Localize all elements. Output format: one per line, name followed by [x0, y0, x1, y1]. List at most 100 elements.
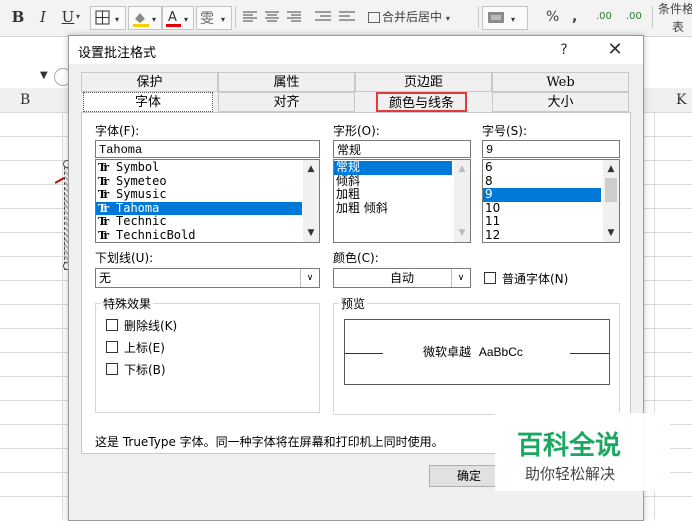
close-button[interactable]: ✕	[601, 37, 629, 63]
phonetic-button[interactable]: 雯 ▾	[196, 6, 232, 30]
scroll-up-icon[interactable]: ▲	[603, 162, 619, 176]
underline-dropdown-icon[interactable]: ▾	[76, 8, 80, 26]
merge-center-button[interactable]: 合并后居中 ▾	[368, 8, 450, 26]
decrease-decimal-button[interactable]: .00	[626, 8, 642, 26]
italic-button[interactable]: I	[34, 6, 52, 28]
tab-size[interactable]: 大小	[492, 92, 629, 112]
font-style-input[interactable]: 常规	[333, 140, 471, 158]
style-list-item[interactable]: 加粗 倾斜	[334, 201, 452, 216]
superscript-checkbox[interactable]	[106, 341, 118, 353]
font-list-item[interactable]: Tr Technic	[96, 214, 302, 229]
style-list-items: 常规 倾斜 加粗 加粗 倾斜	[334, 160, 452, 216]
truetype-icon: Tr	[98, 161, 109, 174]
percent-button[interactable]: %	[546, 8, 559, 26]
column-header-b[interactable]: B	[20, 88, 30, 112]
tab-colors-lines[interactable]: 颜色与线条	[376, 92, 467, 112]
underline-select[interactable]: 无 ∨	[95, 268, 320, 288]
truetype-icon: Tr	[98, 215, 109, 228]
size-list-item[interactable]: 6	[483, 160, 601, 175]
style-list-scrollbar[interactable]: ▲ ▼	[454, 160, 470, 242]
merge-center-icon	[368, 12, 380, 23]
scroll-thumb[interactable]	[605, 178, 617, 202]
subscript-checkbox[interactable]	[106, 363, 118, 375]
font-color-button[interactable]: A ▾	[162, 6, 194, 30]
color-label: 颜色(C):	[333, 251, 379, 265]
column-header-k[interactable]: K	[676, 88, 686, 112]
scroll-up-icon[interactable]: ▲	[454, 162, 470, 176]
truetype-icon: Tr	[98, 228, 109, 242]
font-list-item-label: Technic	[116, 214, 167, 228]
font-list-item[interactable]: Tr TechnicBold	[96, 227, 302, 243]
tab-alignment[interactable]: 对齐	[218, 92, 355, 112]
underline-select-value: 无	[99, 271, 112, 285]
phonetic-icon: 雯 ▾	[200, 11, 225, 27]
svg-text:▾: ▾	[184, 15, 188, 24]
strikethrough-checkbox[interactable]	[106, 319, 118, 331]
underline-label: 下划线(U):	[95, 251, 154, 265]
conditional-format-button[interactable]: 条件格式	[658, 0, 692, 17]
font-list-item[interactable]: Tr Symbol	[96, 160, 302, 175]
font-list-item[interactable]: Tr Symeteo	[96, 173, 302, 189]
style-list-item-label: 常规	[336, 160, 361, 174]
scroll-up-icon[interactable]: ▲	[303, 162, 319, 176]
tab-font[interactable]: 字体	[83, 92, 213, 112]
style-label: 字形(O):	[333, 124, 380, 138]
font-list-item[interactable]: Tr Symusic	[96, 187, 302, 202]
comma-button[interactable]: ,	[572, 8, 577, 26]
svg-text:▾: ▾	[221, 15, 225, 24]
color-select[interactable]: 自动 ∨	[333, 268, 471, 288]
size-list-item-label: 6	[485, 160, 493, 174]
size-list-item[interactable]: 11	[483, 214, 601, 229]
font-list-scrollbar[interactable]: ▲ ▼	[303, 160, 319, 242]
size-label: 字号(S):	[482, 124, 528, 138]
scroll-down-icon[interactable]: ▼	[454, 226, 470, 240]
size-list-item[interactable]: 9	[483, 187, 601, 202]
format-table-button[interactable]: 表	[672, 18, 684, 35]
borders-button[interactable]: ▾	[90, 6, 126, 30]
style-list-item-label: 倾斜	[336, 173, 361, 188]
subscript-label: 下标(B)	[124, 363, 166, 377]
increase-decimal-button[interactable]: .00	[596, 8, 612, 26]
number-format-button[interactable]: ▾	[482, 6, 528, 30]
font-list-item-label: Symeteo	[116, 173, 167, 188]
scroll-down-icon[interactable]: ▼	[603, 226, 619, 240]
font-size-listbox[interactable]: 6 8 9 10 11 12 ▲ ▼	[482, 159, 620, 243]
font-listbox[interactable]: Tr Symbol Tr Symeteo Tr Symusic Tr Tahoma Tr Tech…	[95, 159, 320, 243]
bold-button[interactable]: B	[8, 6, 28, 28]
underline-button[interactable]: U	[58, 6, 78, 28]
font-size-input[interactable]: 9	[482, 140, 620, 158]
indent-buttons[interactable]	[312, 6, 362, 28]
font-list-item-label: Symusic	[116, 187, 167, 201]
merge-center-label: 合并后居中	[382, 10, 443, 24]
font-list-item[interactable]: Tr Tahoma	[96, 201, 302, 215]
size-list-item-label: 9	[485, 187, 493, 201]
size-list-item[interactable]: 10	[483, 201, 601, 216]
increase-decimal-label: .00	[596, 11, 612, 22]
svg-text:雯: 雯	[200, 11, 214, 27]
strikethrough-label: 删除线(K)	[124, 319, 178, 333]
fill-color-button[interactable]: ▾	[128, 6, 162, 30]
normal-font-checkbox[interactable]	[484, 272, 496, 284]
size-list-item[interactable]: 12	[483, 228, 601, 243]
tab-margins[interactable]: 页边距	[355, 72, 492, 92]
size-list-item[interactable]: 8	[483, 174, 601, 189]
font-style-listbox[interactable]: 常规 倾斜 加粗 加粗 倾斜 ▲ ▼	[333, 159, 471, 243]
tab-protection[interactable]: 保护	[81, 72, 218, 92]
preview-box: 微软卓越 AaBbCc	[344, 319, 610, 385]
tab-properties[interactable]: 属性	[218, 72, 355, 92]
style-list-item[interactable]: 加粗	[334, 187, 452, 202]
ribbon-divider	[235, 6, 236, 28]
size-list-scrollbar[interactable]: ▲ ▼	[603, 160, 619, 242]
style-list-item[interactable]: 倾斜	[334, 173, 452, 189]
watermark-subtitle: 助你轻松解决	[525, 465, 616, 483]
name-box-dropdown-icon[interactable]: ▼	[40, 70, 48, 81]
indent-icons	[315, 11, 355, 21]
help-button[interactable]: ?	[553, 39, 575, 61]
scroll-down-icon[interactable]: ▼	[303, 226, 319, 240]
style-list-item[interactable]: 常规	[334, 160, 452, 175]
font-list-item-label: TechnicBold	[116, 227, 196, 242]
tab-web[interactable]: Web	[492, 72, 629, 92]
font-name-input[interactable]: Tahoma	[95, 140, 320, 158]
align-buttons[interactable]	[240, 6, 308, 28]
font-label: 字体(F):	[95, 124, 140, 138]
